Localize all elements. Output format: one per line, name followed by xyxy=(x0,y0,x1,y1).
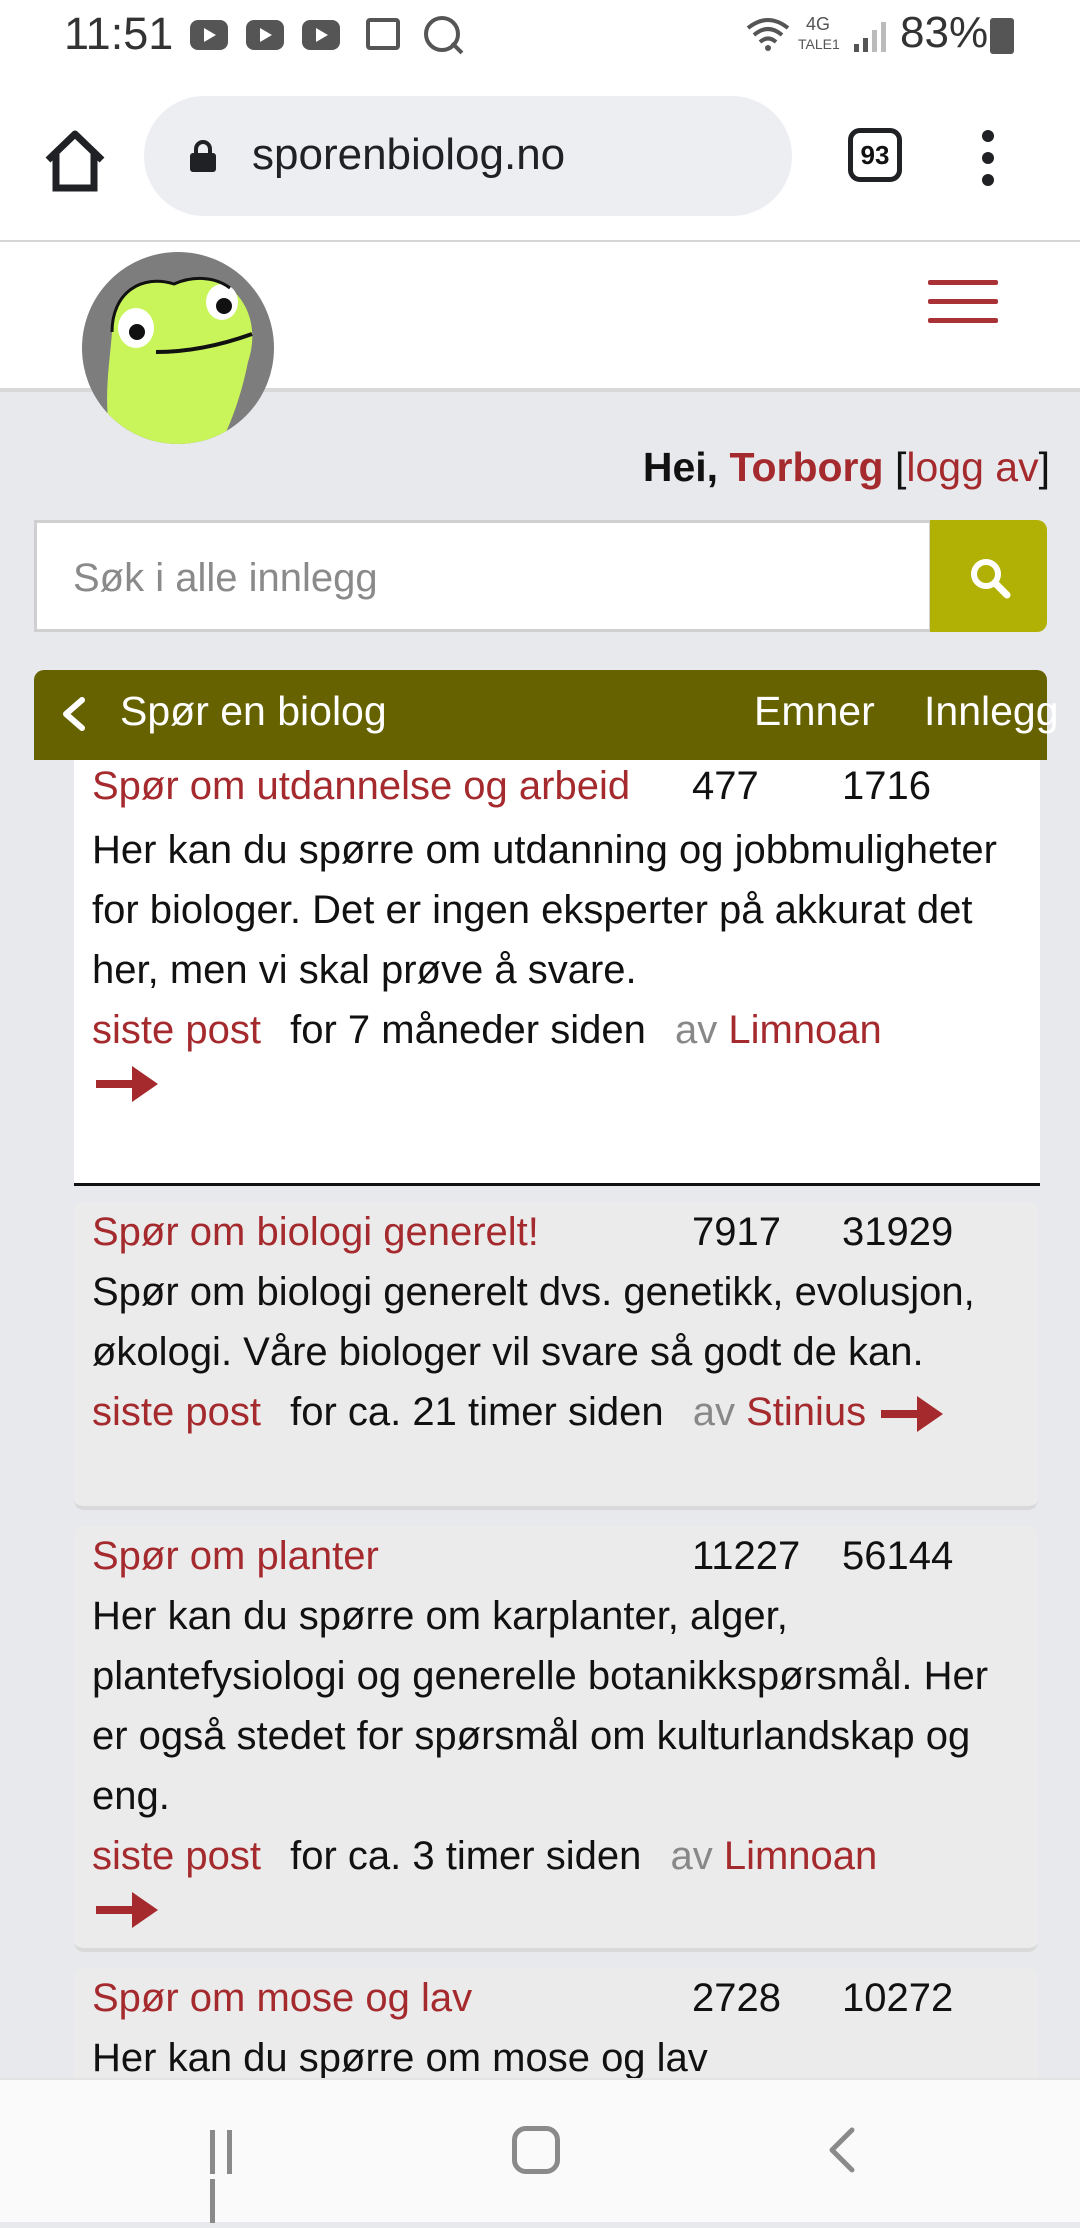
last-post-link[interactable]: siste post xyxy=(92,1390,261,1434)
category-description: Her kan du spørre om karplanter, alger, … xyxy=(92,1594,989,1818)
column-topics: Emner xyxy=(754,688,875,734)
signal-icon xyxy=(854,22,886,52)
by-label: av xyxy=(670,1834,713,1878)
network-sub: TALE1 xyxy=(798,36,840,52)
url-text: sporenbiolog.no xyxy=(252,130,566,179)
topic-count: 2728 xyxy=(692,1976,781,2020)
by-label: av xyxy=(692,1390,735,1434)
column-posts: Innlegg xyxy=(924,688,1059,734)
tab-switcher-button[interactable]: 93 xyxy=(848,128,902,182)
recent-apps-icon[interactable] xyxy=(210,2130,260,2223)
category-description: Her kan du spørre om mose og lav xyxy=(92,2036,708,2078)
battery-percent: 83% xyxy=(900,8,989,57)
youtube-icon xyxy=(190,20,228,50)
category-card: Spør om utdannelse og arbeid 477 1716 He… xyxy=(74,760,1040,1186)
search-box xyxy=(34,520,932,632)
frog-avatar-logo[interactable] xyxy=(82,252,274,444)
by-label: av xyxy=(674,1008,718,1052)
post-count: 10272 xyxy=(842,1976,954,2020)
home-nav-icon[interactable] xyxy=(512,2126,560,2174)
last-post-author[interactable]: Limnoan xyxy=(724,1834,877,1878)
forum-header: Spør en biolog Emner Innlegg xyxy=(34,670,1059,760)
last-post-time: for ca. 3 timer siden xyxy=(290,1834,642,1878)
category-title[interactable]: Spør om mose og lav xyxy=(92,1976,472,2021)
last-post-author[interactable]: Limnoan xyxy=(728,1008,881,1052)
logout-link[interactable]: logg av xyxy=(906,444,1038,490)
arrow-right-icon[interactable] xyxy=(92,1886,162,1934)
search-icon xyxy=(424,16,460,52)
chevron-left-icon[interactable] xyxy=(54,694,94,734)
topic-count: 7917 xyxy=(692,1210,781,1254)
category-card: Spør om mose og lav 2728 10272 Her kan d… xyxy=(74,1968,1038,2078)
arrow-right-icon[interactable] xyxy=(92,1060,162,1108)
wifi-icon xyxy=(746,18,790,51)
address-bar[interactable]: sporenbiolog.no xyxy=(144,96,792,216)
category-title[interactable]: Spør om utdannelse og arbeid xyxy=(92,764,630,809)
last-post-info: siste post for ca. 3 timer siden av Limn… xyxy=(92,1826,1020,1886)
category-card: Spør om planter 11227 56144 Her kan du s… xyxy=(74,1526,1038,1952)
post-count: 31929 xyxy=(842,1210,954,1254)
bracket-open: [ xyxy=(894,444,907,490)
last-post-author[interactable]: Stinius xyxy=(746,1390,866,1434)
post-count: 56144 xyxy=(842,1534,954,1578)
search-button[interactable] xyxy=(930,520,1047,632)
youtube-icon xyxy=(246,20,284,50)
arrow-right-icon[interactable] xyxy=(877,1390,947,1438)
home-icon[interactable] xyxy=(40,126,110,196)
hamburger-icon[interactable] xyxy=(928,280,998,328)
browser-toolbar: sporenbiolog.no 93 xyxy=(0,72,1080,242)
last-post-link[interactable]: siste post xyxy=(92,1834,261,1878)
username-link[interactable]: Torborg xyxy=(729,444,883,490)
system-nav-bar xyxy=(0,2078,1080,2223)
category-description: Spør om biologi generelt dvs. genetikk, … xyxy=(92,1270,975,1374)
forum-title[interactable]: Spør en biolog xyxy=(120,688,387,735)
status-bar: 11:51 4G TALE1 83% xyxy=(0,0,1080,72)
category-title[interactable]: Spør om planter xyxy=(92,1534,379,1579)
back-nav-icon[interactable] xyxy=(820,2126,864,2174)
user-greeting: Hei, Torborg [logg av] xyxy=(643,444,1050,491)
status-time: 11:51 xyxy=(64,8,174,59)
category-description: Her kan du spørre om utdanning og jobbmu… xyxy=(92,828,997,992)
last-post-link[interactable]: siste post xyxy=(92,1008,261,1052)
network-type: 4G xyxy=(806,14,831,34)
lock-icon xyxy=(190,140,216,172)
battery-icon xyxy=(990,18,1014,54)
last-post-info: siste post for 7 måneder siden av Limnoa… xyxy=(92,1000,1022,1060)
post-count: 1716 xyxy=(842,764,931,808)
youtube-icon xyxy=(302,20,340,50)
category-list: Spør om utdannelse og arbeid 477 1716 He… xyxy=(34,760,1047,2078)
topic-count: 477 xyxy=(692,764,759,808)
topic-count: 11227 xyxy=(692,1534,801,1578)
more-vert-icon[interactable] xyxy=(982,130,994,186)
search-icon xyxy=(971,559,1011,599)
last-post-time: for ca. 21 timer siden xyxy=(290,1390,664,1434)
bracket-close: ] xyxy=(1038,444,1050,490)
image-icon xyxy=(366,18,400,50)
greeting-hello: Hei, xyxy=(642,444,719,490)
last-post-time: for 7 måneder siden xyxy=(290,1008,646,1052)
category-title[interactable]: Spør om biologi generelt! xyxy=(92,1210,539,1255)
last-post-info: siste post for ca. 21 timer siden av Sti… xyxy=(92,1382,1020,1442)
category-card: Spør om biologi generelt! 7917 31929 Spø… xyxy=(74,1202,1038,1510)
search-input[interactable] xyxy=(71,547,895,609)
